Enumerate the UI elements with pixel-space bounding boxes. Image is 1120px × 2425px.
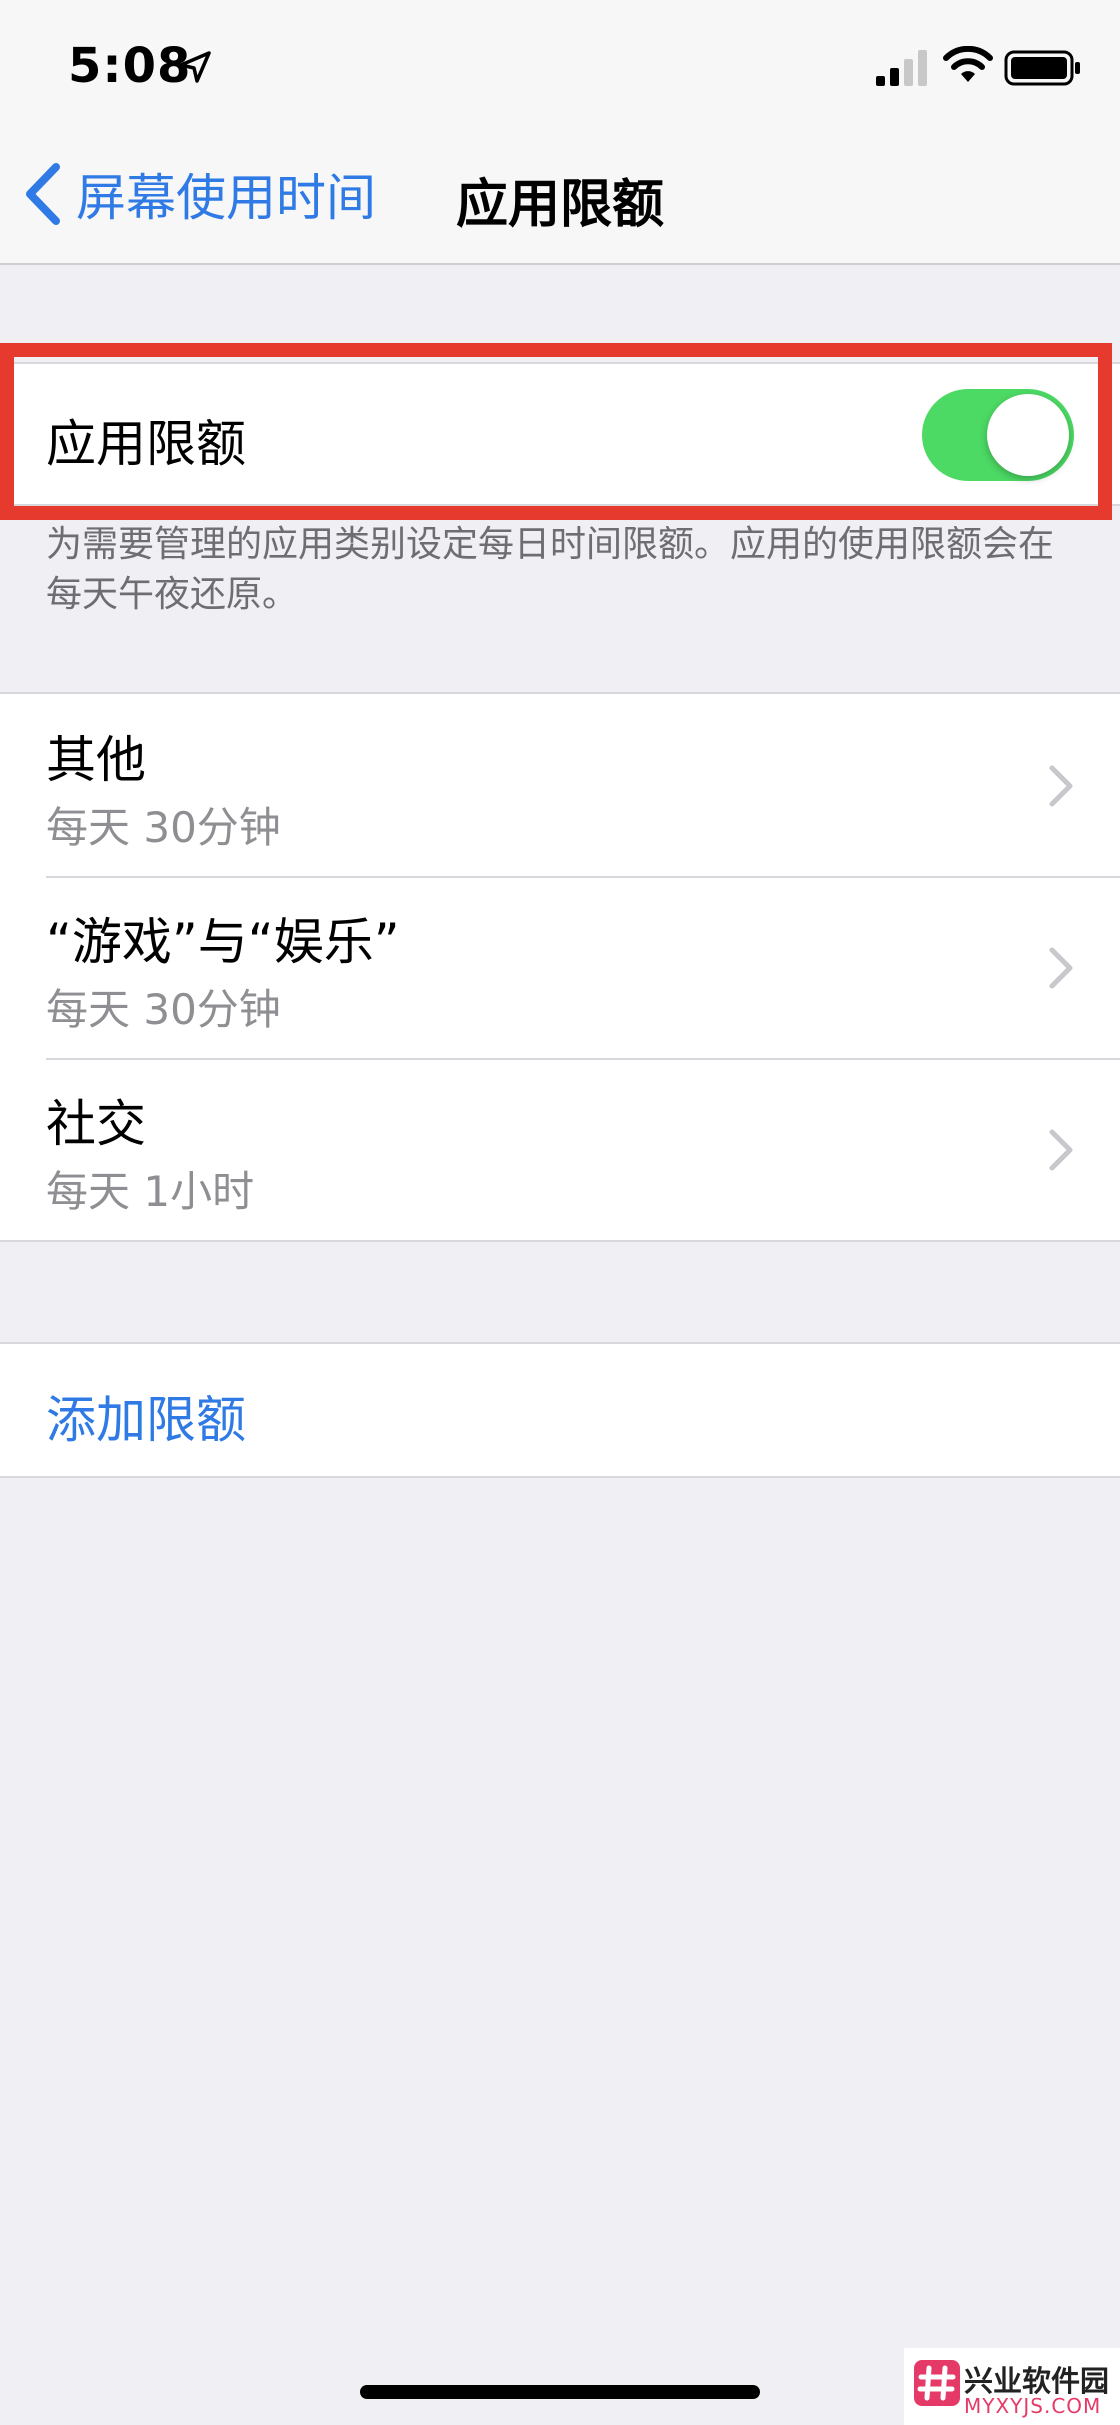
list-item-social[interactable]: 社交 每天 1小时 — [0, 1058, 1120, 1240]
toggle-footer-note: 为需要管理的应用类别设定每日时间限额。应用的使用限额会在每天午夜还原。 — [46, 524, 1055, 615]
status-time: 5:08 — [68, 38, 192, 94]
chevron-left-icon — [26, 163, 60, 225]
watermark-url: MYXYJS.COM — [964, 2394, 1102, 2418]
add-limit-row: 添加限额 — [0, 1342, 1120, 1478]
chevron-right-icon — [1049, 947, 1073, 989]
list-item-subtitle: 每天 30分钟 — [46, 803, 281, 852]
app-limits-toggle-row: 应用限额 — [0, 362, 1120, 506]
navigation-bar: 屏幕使用时间 应用限额 — [0, 130, 1120, 265]
category-list: 其他 每天 30分钟 “游戏”与“娱乐” 每天 30分钟 社交 每天 1小时 — [0, 692, 1120, 1242]
app-limits-toggle[interactable] — [922, 389, 1074, 481]
list-item-other[interactable]: 其他 每天 30分钟 — [0, 694, 1120, 876]
location-icon — [179, 51, 211, 83]
page-title: 应用限额 — [456, 175, 665, 235]
list-item-subtitle: 每天 30分钟 — [46, 985, 281, 1034]
toggle-label: 应用限额 — [46, 415, 246, 473]
add-limit-button[interactable]: 添加限额 — [46, 1380, 246, 1452]
back-button[interactable]: 屏幕使用时间 — [22, 154, 376, 234]
list-item-title: “游戏”与“娱乐” — [46, 913, 400, 971]
watermark: 兴业软件园 MYXYJS.COM — [904, 2348, 1120, 2425]
chevron-right-icon — [1049, 765, 1073, 807]
home-indicator[interactable] — [360, 2385, 760, 2399]
back-label: 屏幕使用时间 — [76, 169, 376, 227]
wifi-icon — [943, 46, 993, 82]
battery-icon — [1004, 50, 1080, 86]
toggle-knob — [987, 394, 1069, 476]
chevron-right-icon — [1049, 1129, 1073, 1171]
signal-icon — [876, 50, 927, 86]
list-item-title: 其他 — [46, 731, 146, 789]
watermark-logo-icon — [914, 2360, 960, 2406]
list-item-title: 社交 — [46, 1095, 146, 1153]
list-item-games-entertainment[interactable]: “游戏”与“娱乐” 每天 30分钟 — [0, 876, 1120, 1058]
list-item-subtitle: 每天 1小时 — [46, 1167, 255, 1216]
status-bar: 5:08 — [0, 0, 1120, 130]
